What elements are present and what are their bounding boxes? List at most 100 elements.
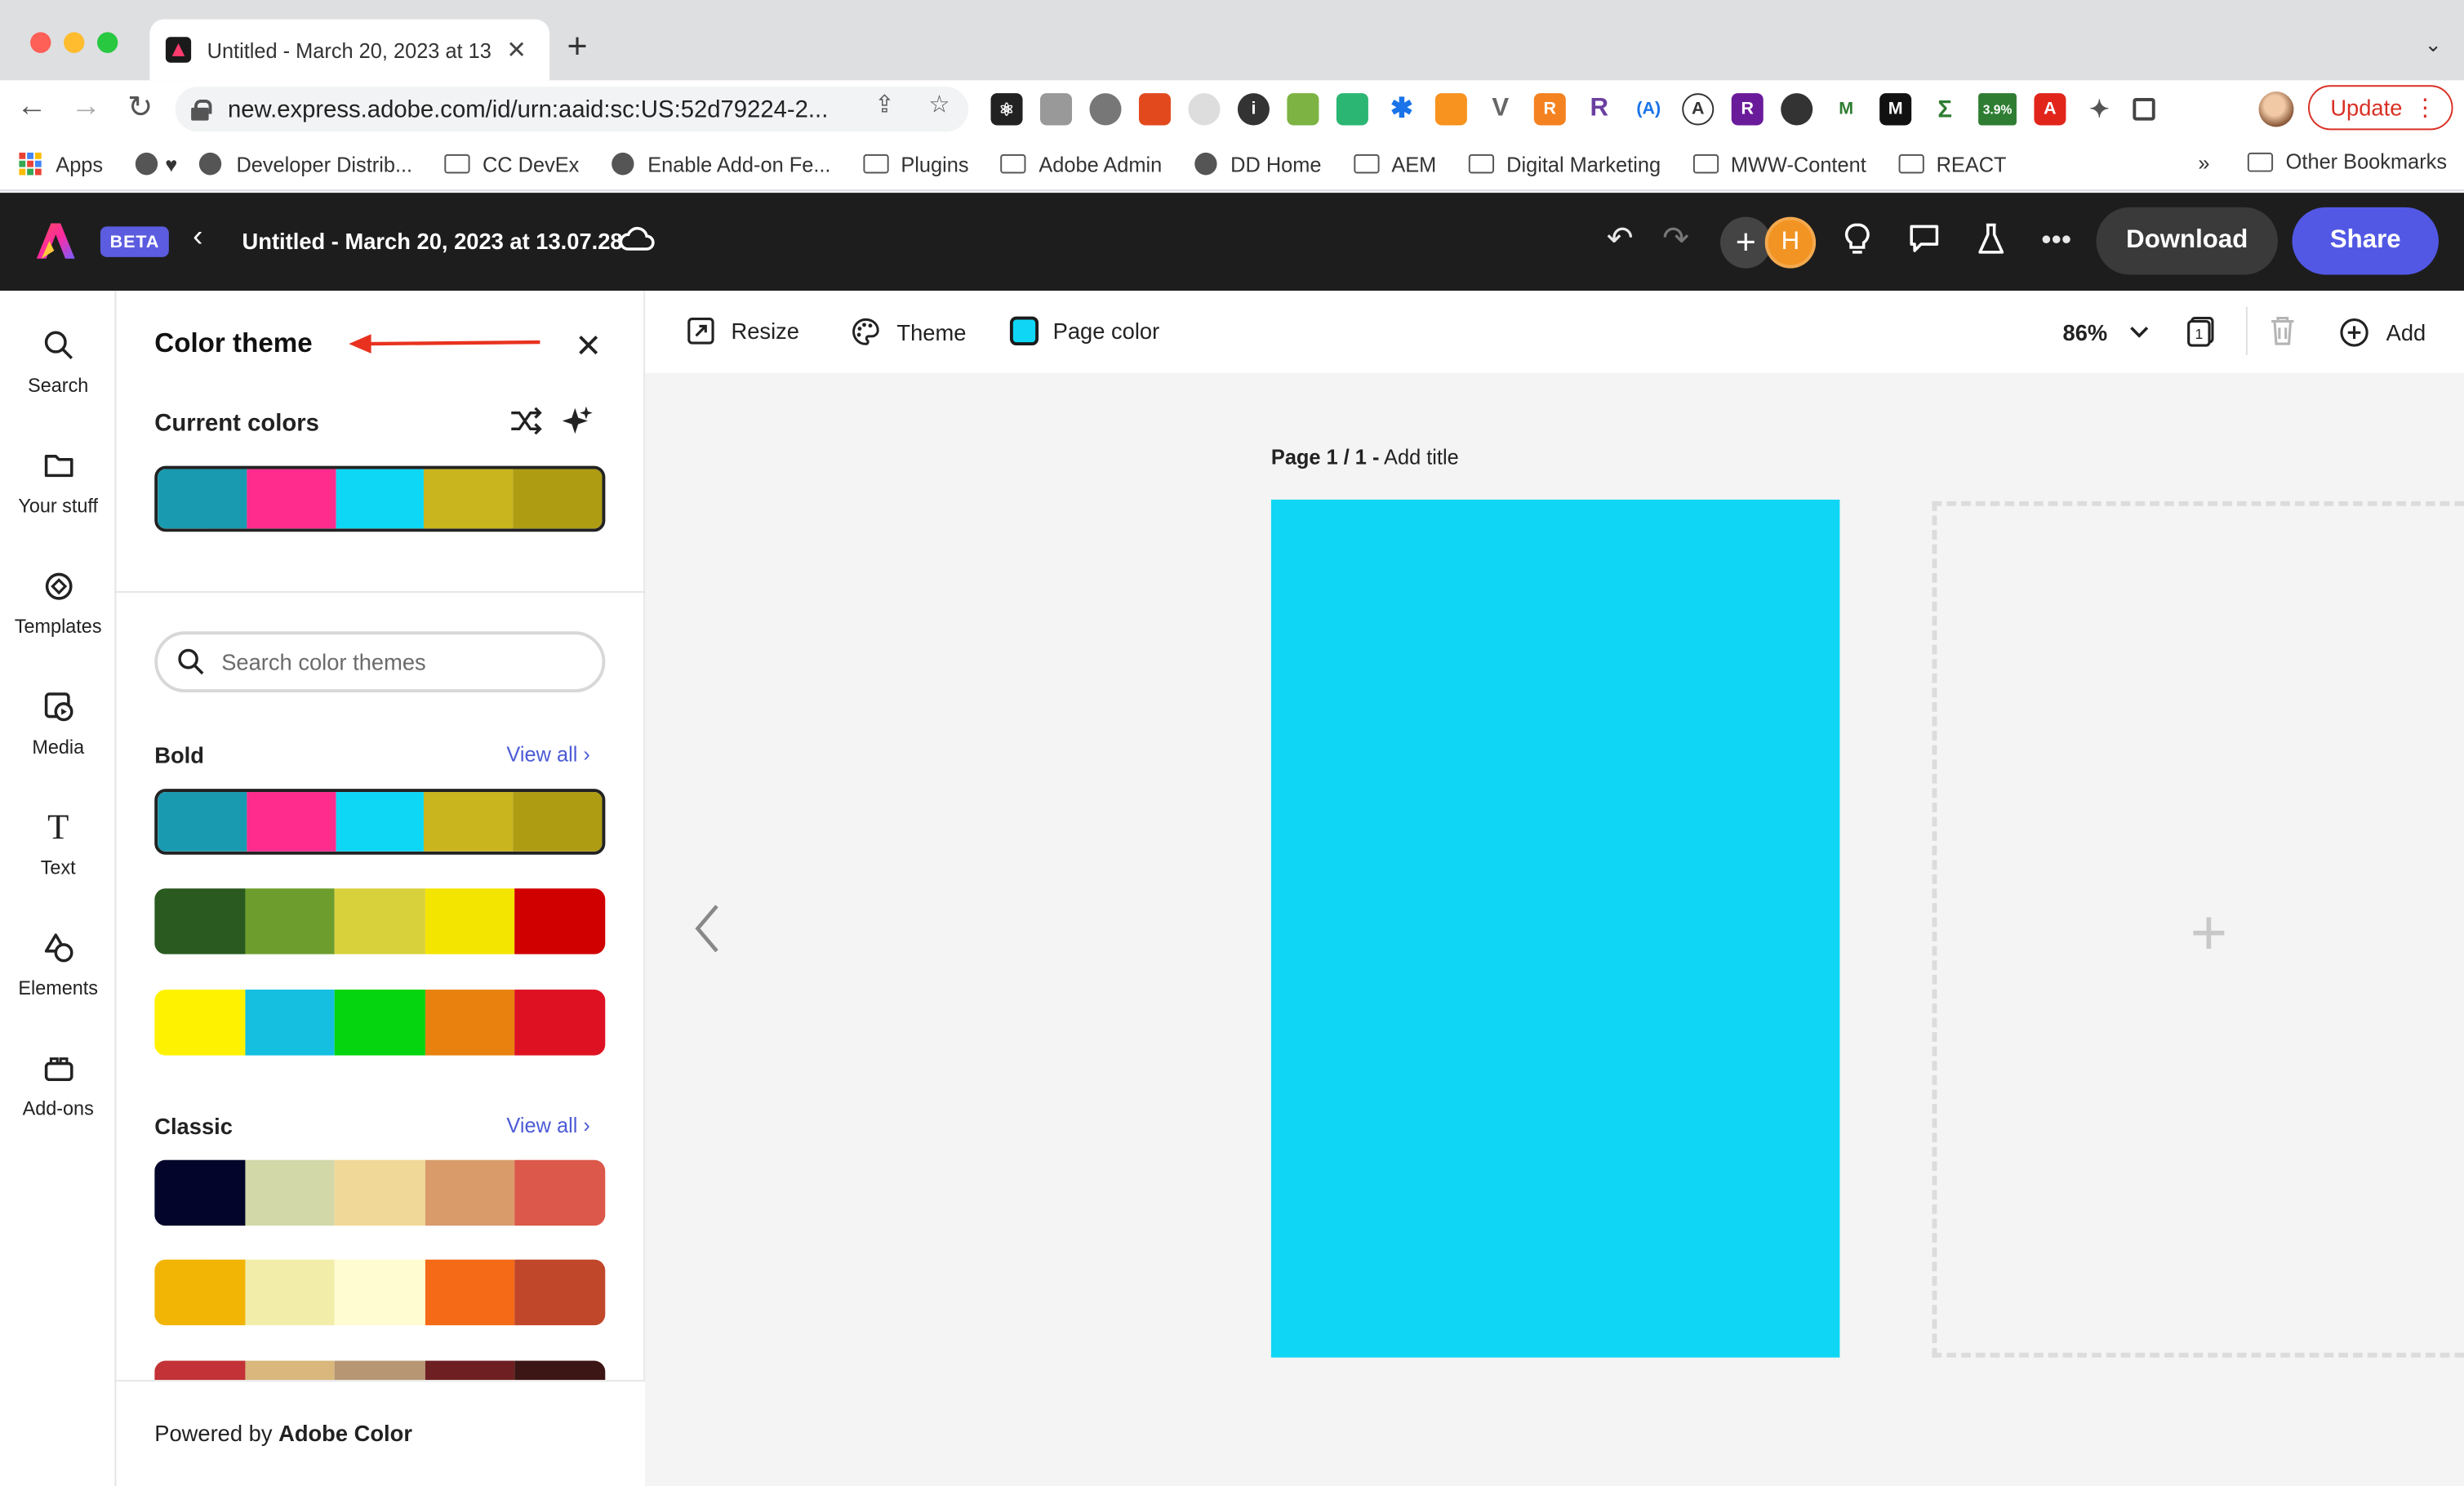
extension-icon[interactable]: [1781, 93, 1813, 126]
side-panel-icon[interactable]: [2133, 98, 2155, 121]
extension-icon[interactable]: [1089, 93, 1122, 126]
window-zoom-button[interactable]: [97, 32, 118, 53]
extension-icon[interactable]: i: [1237, 93, 1270, 126]
close-icon[interactable]: ✕: [575, 326, 602, 366]
bookmark-plugins[interactable]: Plugins: [862, 152, 969, 176]
user-avatar[interactable]: H: [1764, 216, 1817, 269]
other-bookmarks[interactable]: Other Bookmarks: [2247, 149, 2447, 174]
bookmark-dd-home[interactable]: DD Home: [1194, 152, 1322, 176]
bookmark-react[interactable]: REACT: [1897, 152, 2007, 176]
extension-icon[interactable]: R: [1731, 93, 1763, 126]
shuffle-icon[interactable]: [508, 405, 543, 437]
vue-extension-icon[interactable]: V: [1484, 93, 1517, 126]
search-color-themes[interactable]: [154, 631, 606, 693]
extension-icon[interactable]: M: [1830, 93, 1862, 126]
pages-button[interactable]: 1: [2186, 315, 2217, 347]
document-title[interactable]: Untitled - March 20, 2023 at 13.07.28: [242, 228, 623, 253]
bookmark-adobe-admin[interactable]: Adobe Admin: [1000, 152, 1162, 176]
bookmark-cc-devex[interactable]: CC DevEx: [444, 152, 579, 176]
extension-icon[interactable]: [1040, 93, 1073, 126]
share-page-icon[interactable]: ⇪: [874, 90, 895, 118]
sparkle-icon[interactable]: [562, 405, 594, 437]
bold-theme-swatch[interactable]: [154, 990, 606, 1056]
bookmark-globe[interactable]: ♥: [135, 152, 177, 176]
browser-tab-active[interactable]: Untitled - March 20, 2023 at 13 ✕: [149, 19, 550, 81]
design-page[interactable]: [1270, 499, 1840, 1358]
bookmark-aem[interactable]: AEM: [1353, 152, 1436, 176]
cloud-sync-icon[interactable]: [618, 223, 656, 255]
reload-icon[interactable]: ↻: [121, 90, 159, 127]
rail-item-media[interactable]: Media: [0, 691, 116, 759]
resize-button[interactable]: Resize: [687, 317, 799, 345]
search-input[interactable]: [221, 648, 572, 675]
asterisk-extension-icon[interactable]: ✱: [1385, 93, 1418, 126]
window-minimize-button[interactable]: [64, 32, 85, 53]
tab-list-chevron-icon[interactable]: ⌄: [2425, 32, 2442, 57]
window-close-button[interactable]: [30, 32, 51, 53]
back-arrow-icon[interactable]: ←: [13, 90, 51, 125]
bookmark-digital-marketing[interactable]: Digital Marketing: [1468, 152, 1661, 176]
classic-theme-swatch[interactable]: [154, 1360, 606, 1381]
bold-theme-swatch[interactable]: [154, 888, 606, 954]
rail-item-elements[interactable]: Elements: [0, 932, 116, 999]
classic-view-all-link[interactable]: View all ›: [506, 1114, 589, 1138]
extension-icon[interactable]: [1336, 93, 1368, 126]
redo-icon[interactable]: ↷: [1657, 222, 1695, 257]
classic-theme-swatch[interactable]: [154, 1159, 606, 1226]
extension-icon[interactable]: A: [1682, 93, 1715, 126]
lighthouse-extension-icon[interactable]: [1138, 93, 1171, 126]
bookmark-enable-addon[interactable]: Enable Add-on Fe...: [611, 152, 830, 176]
chevron-left-icon[interactable]: [693, 903, 722, 954]
current-colors-swatch[interactable]: [154, 465, 606, 532]
bookmark-star-icon[interactable]: ☆: [928, 90, 950, 118]
extension-icon[interactable]: [1188, 93, 1221, 126]
share-button[interactable]: Share: [2292, 207, 2439, 275]
rail-item-templates[interactable]: Templates: [0, 570, 116, 638]
bold-theme-swatch[interactable]: [154, 789, 606, 855]
new-tab-button[interactable]: +: [567, 28, 588, 64]
extension-icon[interactable]: R: [1583, 93, 1616, 126]
extension-badge[interactable]: 3.9%: [1978, 93, 2017, 126]
invite-plus-button[interactable]: +: [1720, 216, 1772, 269]
bookmarks-overflow-button[interactable]: »: [2198, 151, 2209, 176]
lightbulb-icon[interactable]: [1838, 222, 1876, 265]
rss-extension-icon[interactable]: [1434, 93, 1467, 126]
extensions-puzzle-icon[interactable]: ✦: [2083, 93, 2115, 126]
profile-avatar[interactable]: [2258, 91, 2294, 127]
sigma-extension-icon[interactable]: Σ: [1928, 93, 1961, 126]
rail-item-add-ons[interactable]: Add-ons: [0, 1052, 116, 1119]
more-options-icon[interactable]: •••: [2037, 222, 2075, 257]
add-page-button[interactable]: Add: [2338, 317, 2426, 349]
zoom-dropdown[interactable]: 86%: [2063, 320, 2149, 345]
tab-close-icon[interactable]: ✕: [506, 35, 527, 64]
theme-button[interactable]: Theme: [851, 317, 966, 347]
undo-icon[interactable]: ↶: [1601, 222, 1639, 257]
extension-icon[interactable]: R: [1533, 93, 1566, 126]
extension-icon[interactable]: M: [1879, 93, 1912, 126]
flask-icon[interactable]: [1972, 222, 2010, 265]
android-extension-icon[interactable]: [1287, 93, 1319, 126]
rail-item-search[interactable]: Search: [0, 329, 116, 397]
update-button[interactable]: Update ⋮: [2307, 85, 2453, 131]
bookmark-developer-distrib[interactable]: Developer Distrib...: [199, 152, 412, 176]
bookmark-mww-content[interactable]: MWW-Content: [1692, 152, 1866, 176]
address-bar[interactable]: new.express.adobe.com/id/urn:aaid:sc:US:…: [175, 87, 969, 132]
page-color-button[interactable]: Page color: [1009, 316, 1159, 346]
download-button[interactable]: Download: [2096, 207, 2278, 275]
react-devtools-extension-icon[interactable]: ⚛: [990, 93, 1023, 126]
rail-item-your-stuff[interactable]: Your stuff: [0, 450, 116, 518]
adobe-acrobat-extension-icon[interactable]: A: [2034, 93, 2066, 126]
comment-icon[interactable]: [1905, 222, 1943, 262]
delete-page-button[interactable]: [2268, 315, 2297, 347]
back-chevron-icon[interactable]: ‹: [193, 220, 202, 256]
adobe-express-logo-icon[interactable]: [35, 222, 77, 260]
classic-theme-swatch[interactable]: [154, 1259, 606, 1326]
rail-item-text[interactable]: T Text: [0, 807, 116, 879]
extension-icon[interactable]: (A): [1632, 93, 1665, 126]
plus-icon[interactable]: +: [2190, 898, 2228, 971]
adobe-color-link[interactable]: Adobe Color: [278, 1420, 412, 1445]
bookmark-apps[interactable]: Apps: [19, 152, 103, 176]
bold-view-all-link[interactable]: View all ›: [506, 742, 589, 767]
forward-arrow-icon[interactable]: →: [67, 90, 105, 125]
page-title-label[interactable]: Page 1 / 1 - Add title: [1271, 445, 1459, 469]
